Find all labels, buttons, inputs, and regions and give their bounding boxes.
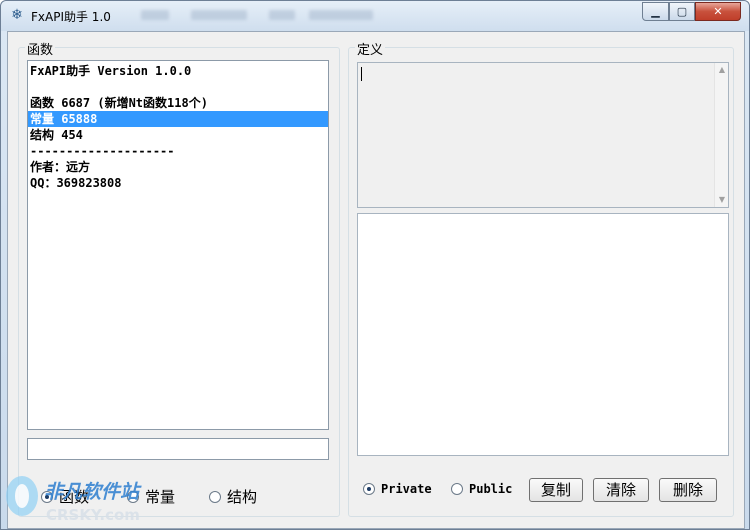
functions-group-label: 函数 (25, 39, 56, 58)
radio-button[interactable] (209, 490, 221, 503)
watermark-line2: CRSKY.com (46, 506, 140, 524)
blurred-menu-item (309, 10, 373, 20)
watermark-emblem-inner (15, 484, 29, 508)
functions-group: 函数 FxAPI助手 Version 1.0.0 函数 6687 (新增Nt函数… (18, 39, 340, 517)
list-item[interactable]: FxAPI助手 Version 1.0.0 (28, 63, 328, 79)
output-textarea[interactable] (357, 213, 729, 456)
app-window: ❄ FxAPI助手 1.0 ▁ ▢ ✕ 函数 FxAPI助手 Version 1… (0, 0, 750, 530)
close-button[interactable]: ✕ (695, 2, 741, 21)
definition-scrollbar[interactable]: ▲ ▼ (714, 63, 728, 207)
blurred-menu-item (141, 10, 169, 20)
list-item[interactable]: 函数 6687 (新增Nt函数118个) (28, 95, 328, 111)
snowflake-icon: ❄ (11, 7, 23, 23)
watermark-logo: 非凡软件站 CRSKY.com (6, 476, 142, 524)
definition-group: 定义 ▲ ▼ Private Public 复制 清除 删除 (348, 39, 734, 517)
radio-button[interactable] (451, 483, 463, 495)
radio-public-label: Public (469, 482, 513, 496)
radio-structs[interactable]: 结构 (209, 486, 257, 507)
definition-group-label: 定义 (355, 39, 386, 58)
blurred-menu-item (191, 10, 247, 20)
text-caret (361, 67, 362, 81)
list-item[interactable]: 结构 454 (28, 127, 328, 143)
delete-button[interactable]: 删除 (659, 478, 717, 502)
info-listbox[interactable]: FxAPI助手 Version 1.0.0 函数 6687 (新增Nt函数118… (27, 60, 329, 430)
list-item[interactable]: -------------------- (28, 143, 328, 159)
radio-private-label: Private (381, 482, 432, 496)
maximize-button[interactable]: ▢ (669, 2, 695, 21)
definition-textarea[interactable]: ▲ ▼ (357, 62, 729, 208)
scroll-up-icon[interactable]: ▲ (715, 63, 729, 77)
radio-structs-label: 结构 (227, 488, 258, 506)
search-input[interactable] (27, 438, 329, 460)
minimize-icon: ▁ (651, 5, 660, 18)
watermark-line1: 非凡软件站 (44, 481, 142, 503)
list-item[interactable] (28, 79, 328, 95)
client-area: 函数 FxAPI助手 Version 1.0.0 函数 6687 (新增Nt函数… (7, 31, 745, 529)
radio-private[interactable]: Private (363, 482, 432, 496)
close-icon: ✕ (713, 5, 723, 18)
title-bar[interactable]: ❄ FxAPI助手 1.0 ▁ ▢ ✕ (1, 1, 749, 31)
scroll-down-icon[interactable]: ▼ (715, 193, 729, 207)
radio-public[interactable]: Public (451, 482, 512, 496)
list-item[interactable]: QQ：369823808 (28, 175, 328, 191)
window-title: FxAPI助手 1.0 (31, 10, 111, 24)
radio-button-checked[interactable] (363, 483, 375, 495)
clear-button[interactable]: 清除 (593, 478, 649, 502)
list-item[interactable]: 作者：远方 (28, 159, 328, 175)
minimize-button[interactable]: ▁ (642, 2, 669, 21)
blurred-menu-item (269, 10, 295, 20)
maximize-icon: ▢ (676, 5, 688, 18)
copy-button[interactable]: 复制 (529, 478, 583, 502)
list-item-selected[interactable]: 常量 65888 (28, 111, 328, 127)
